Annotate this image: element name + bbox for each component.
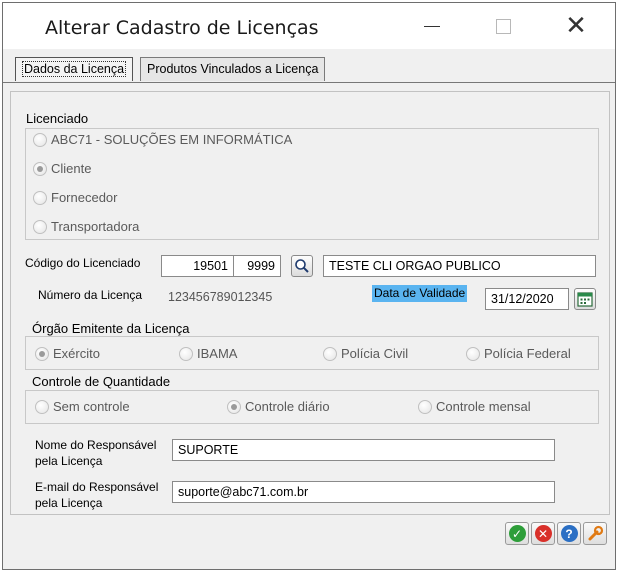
radio-indicator — [323, 346, 337, 361]
codigo-sequencia-input[interactable]: 9999 — [233, 255, 281, 277]
search-licenciado-button[interactable] — [291, 255, 313, 277]
radio-label: Polícia Civil — [341, 346, 409, 361]
window-title: Alterar Cadastro de Licenças — [45, 17, 319, 39]
radio-indicator — [33, 161, 47, 176]
tab-label: Dados da Licença — [22, 61, 127, 77]
radio-label: Fornecedor — [51, 190, 118, 205]
tab-label: Produtos Vinculados a Licença — [147, 62, 319, 76]
tools-button[interactable] — [583, 522, 607, 545]
minimize-button[interactable] — [409, 9, 455, 43]
dialog-window: Alterar Cadastro de Licenças ✕ Dados da … — [0, 0, 619, 573]
licenciado-nome-input[interactable]: TESTE CLI ORGAO PUBLICO — [323, 255, 596, 277]
radio-sem-controle[interactable]: Sem controle — [35, 399, 130, 414]
close-button[interactable]: ✕ — [553, 9, 599, 43]
ok-check-icon: ✓ — [508, 525, 526, 542]
radio-indicator — [33, 132, 47, 147]
orgao-group-label: Órgão Emitente da Licença — [32, 321, 190, 336]
radio-label: Controle mensal — [436, 399, 531, 414]
main-panel: Licenciado ABC71 - SOLUÇÕES EM INFORMÁTI… — [10, 91, 610, 515]
responsavel-label: Nome do Responsável pela Licença — [35, 437, 156, 469]
title-bar: Alterar Cadastro de Licenças ✕ — [3, 3, 615, 49]
controle-group-label: Controle de Quantidade — [32, 374, 171, 389]
radio-indicator — [418, 399, 432, 414]
maximize-button[interactable] — [480, 9, 526, 43]
responsavel-label-line2: pela Licença — [35, 454, 103, 468]
data-validade-label: Data de Validade — [372, 285, 468, 302]
codigo-licenciado-label: Código do Licenciado — [25, 256, 141, 270]
tab-strip: Dados da Licença Produtos Vinculados a L… — [3, 49, 615, 83]
cancel-x-icon: ✕ — [534, 525, 552, 542]
radio-abc71[interactable]: ABC71 - SOLUÇÕES EM INFORMÁTICA — [33, 132, 292, 147]
radio-indicator — [227, 399, 241, 414]
calendar-button[interactable] — [574, 288, 596, 310]
numero-licenca-label: Número da Licença — [38, 288, 143, 302]
email-label: E-mail do Responsável pela Licença — [35, 479, 158, 511]
radio-label: Exército — [53, 346, 100, 361]
radio-cliente[interactable]: Cliente — [33, 161, 91, 176]
radio-ibama[interactable]: IBAMA — [179, 346, 237, 361]
radio-label: IBAMA — [197, 346, 238, 361]
radio-indicator — [179, 346, 193, 361]
window-frame: Alterar Cadastro de Licenças ✕ Dados da … — [2, 2, 616, 570]
email-input[interactable]: suporte@abc71.com.br — [172, 481, 555, 503]
help-question-icon: ? — [560, 525, 578, 542]
licenciado-group-label: Licenciado — [26, 111, 89, 126]
radio-label: Cliente — [51, 161, 92, 176]
magnifier-icon — [295, 259, 309, 273]
close-icon: ✕ — [565, 11, 587, 41]
radio-label: Controle diário — [245, 399, 330, 414]
email-label-line1: E-mail do Responsável — [35, 480, 159, 494]
radio-fornecedor[interactable]: Fornecedor — [33, 190, 117, 205]
radio-policia-federal[interactable]: Polícia Federal — [466, 346, 571, 361]
radio-indicator — [33, 219, 47, 234]
tab-dados-da-licenca[interactable]: Dados da Licença — [15, 57, 134, 81]
help-button[interactable]: ? — [557, 522, 581, 545]
radio-policia-civil[interactable]: Polícia Civil — [323, 346, 408, 361]
radio-indicator — [466, 346, 480, 361]
radio-controle-diario[interactable]: Controle diário — [227, 399, 330, 414]
responsavel-input[interactable]: SUPORTE — [172, 439, 555, 461]
tools-wrench-icon — [588, 525, 603, 541]
radio-exercito[interactable]: Exército — [35, 346, 100, 361]
radio-label: ABC71 - SOLUÇÕES EM INFORMÁTICA — [51, 132, 293, 147]
calendar-icon — [577, 292, 593, 307]
radio-label: Transportadora — [51, 219, 140, 234]
numero-licenca-field: 123456789012345 — [162, 286, 288, 308]
responsavel-label-line1: Nome do Responsável — [35, 438, 157, 452]
codigo-licenciado-input[interactable]: 19501 — [161, 255, 234, 277]
radio-indicator — [35, 346, 49, 361]
radio-label: Polícia Federal — [484, 346, 571, 361]
radio-label: Sem controle — [53, 399, 130, 414]
radio-indicator — [35, 399, 49, 414]
radio-indicator — [33, 190, 47, 205]
cancel-button[interactable]: ✕ — [531, 522, 555, 545]
radio-controle-mensal[interactable]: Controle mensal — [418, 399, 531, 414]
radio-transportadora[interactable]: Transportadora — [33, 219, 139, 234]
tab-divider — [3, 82, 615, 83]
data-validade-input[interactable]: 31/12/2020 — [485, 288, 569, 310]
ok-button[interactable]: ✓ — [505, 522, 529, 545]
email-label-line2: pela Licença — [35, 496, 103, 510]
tab-produtos-vinculados[interactable]: Produtos Vinculados a Licença — [140, 57, 326, 81]
